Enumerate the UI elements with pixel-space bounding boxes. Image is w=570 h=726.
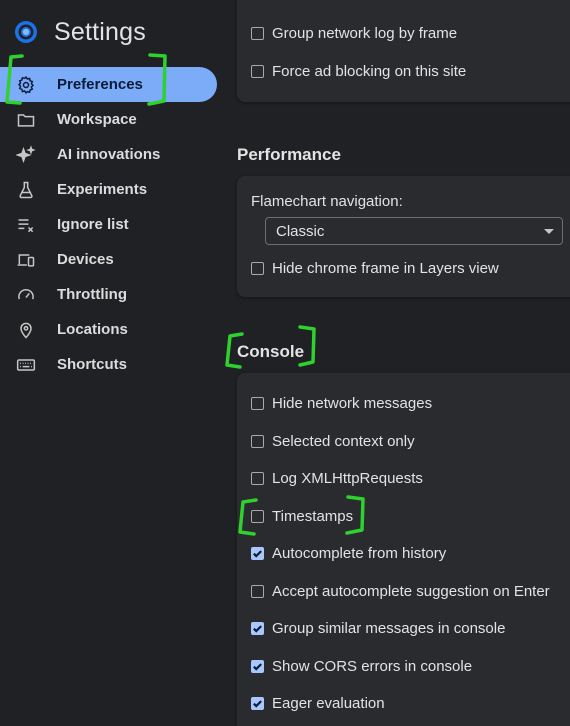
- sidebar-item-ai-innovations[interactable]: AI innovations: [0, 137, 217, 172]
- option-autocomplete-from-history[interactable]: Autocomplete from history: [251, 543, 446, 563]
- checkbox[interactable]: [251, 261, 264, 275]
- sidebar-item-label: Preferences: [57, 76, 143, 93]
- location-pin-icon: [15, 319, 37, 341]
- keyboard-icon: [15, 354, 37, 376]
- option-label: Force ad blocking on this site: [272, 62, 467, 80]
- sidebar-item-shortcuts[interactable]: Shortcuts: [0, 347, 217, 382]
- option-group-network-log[interactable]: Group network log by frame: [251, 23, 457, 43]
- checkmark-icon: [253, 624, 262, 633]
- checkbox[interactable]: [251, 471, 264, 485]
- option-label: Autocomplete from history: [272, 544, 447, 562]
- flamechart-navigation-label: Flamechart navigation:: [251, 193, 403, 210]
- select-value: Classic: [276, 222, 325, 240]
- flamechart-navigation-select[interactable]: Classic: [265, 217, 563, 245]
- folder-icon: [15, 109, 37, 131]
- sidebar-nav: Preferences Workspace AI innovations Exp…: [0, 67, 217, 382]
- option-label: Timestamps: [272, 507, 354, 525]
- sidebar-item-workspace[interactable]: Workspace: [0, 102, 217, 137]
- sidebar-item-locations[interactable]: Locations: [0, 312, 217, 347]
- option-show-cors-errors[interactable]: Show CORS errors in console: [251, 656, 472, 676]
- option-label: Hide chrome frame in Layers view: [272, 259, 499, 277]
- checkbox[interactable]: [251, 64, 264, 78]
- checkmark-icon: [253, 699, 262, 708]
- sidebar-item-label: AI innovations: [57, 146, 161, 163]
- network-settings-card: Group network log by frame Force ad bloc…: [237, 0, 570, 102]
- sidebar-item-ignore-list[interactable]: Ignore list: [0, 207, 217, 242]
- option-label: Log XMLHttpRequests: [272, 469, 423, 487]
- sidebar-item-label: Throttling: [57, 286, 127, 303]
- option-selected-context-only[interactable]: Selected context only: [251, 431, 415, 451]
- option-label: Selected context only: [272, 432, 415, 450]
- performance-settings-card: Flamechart navigation: Classic Hide chro…: [237, 176, 570, 297]
- checkbox[interactable]: [251, 434, 264, 448]
- sidebar-item-experiments[interactable]: Experiments: [0, 172, 217, 207]
- app-header: Settings: [14, 16, 146, 48]
- settings-window: Settings Preferences Workspace AI innova…: [0, 0, 570, 726]
- sidebar-item-devices[interactable]: Devices: [0, 242, 217, 277]
- option-label: Show CORS errors in console: [272, 657, 473, 675]
- checkbox-checked[interactable]: [251, 659, 264, 673]
- sidebar-item-label: Shortcuts: [57, 356, 128, 373]
- option-eager-evaluation[interactable]: Eager evaluation: [251, 693, 385, 713]
- option-hide-chrome-frame[interactable]: Hide chrome frame in Layers view: [251, 258, 499, 278]
- checkbox-checked[interactable]: [251, 546, 264, 560]
- checkbox[interactable]: [251, 584, 264, 598]
- chrome-devtools-logo-icon: [15, 21, 37, 43]
- console-settings-card: Hide network messages Selected context o…: [237, 373, 570, 726]
- devices-icon: [15, 249, 37, 271]
- option-label: Group similar messages in console: [272, 619, 506, 637]
- option-label: Eager evaluation: [272, 694, 385, 712]
- checkbox[interactable]: [251, 509, 264, 523]
- sidebar-item-preferences[interactable]: Preferences: [0, 67, 217, 102]
- option-timestamps[interactable]: Timestamps: [251, 506, 353, 526]
- sidebar-item-label: Ignore list: [57, 216, 129, 233]
- sidebar-item-label: Experiments: [57, 181, 148, 198]
- option-group-similar-messages[interactable]: Group similar messages in console: [251, 618, 505, 638]
- page-title: Settings: [54, 17, 146, 46]
- checkmark-icon: [253, 662, 262, 671]
- sparkle-icon: [15, 144, 37, 166]
- dropdown-arrow-icon: [544, 229, 554, 234]
- checkbox[interactable]: [251, 26, 264, 40]
- settings-sidebar: Settings Preferences Workspace AI innova…: [0, 0, 225, 726]
- flask-icon: [15, 179, 37, 201]
- checkmark-icon: [253, 549, 262, 558]
- option-label: Group network log by frame: [272, 24, 458, 42]
- option-label: Accept autocomplete suggestion on Enter: [272, 582, 550, 600]
- section-title-console: Console: [237, 342, 305, 361]
- ignore-list-icon: [15, 214, 37, 236]
- sidebar-item-label: Devices: [57, 251, 114, 268]
- checkbox-checked[interactable]: [251, 621, 264, 635]
- section-title-performance: Performance: [237, 145, 341, 164]
- option-log-xmlhttprequests[interactable]: Log XMLHttpRequests: [251, 468, 423, 488]
- gauge-icon: [15, 284, 37, 306]
- option-accept-autocomplete-on-enter[interactable]: Accept autocomplete suggestion on Enter: [251, 581, 550, 601]
- sidebar-item-label: Locations: [57, 321, 128, 338]
- settings-main: Group network log by frame Force ad bloc…: [237, 0, 570, 726]
- checkbox-checked[interactable]: [251, 696, 264, 710]
- gear-icon: [15, 74, 37, 96]
- option-hide-network-messages[interactable]: Hide network messages: [251, 393, 432, 413]
- sidebar-item-throttling[interactable]: Throttling: [0, 277, 217, 312]
- option-label: Hide network messages: [272, 394, 433, 412]
- checkbox[interactable]: [251, 396, 264, 410]
- option-force-ad-blocking[interactable]: Force ad blocking on this site: [251, 61, 466, 81]
- sidebar-item-label: Workspace: [57, 111, 137, 128]
